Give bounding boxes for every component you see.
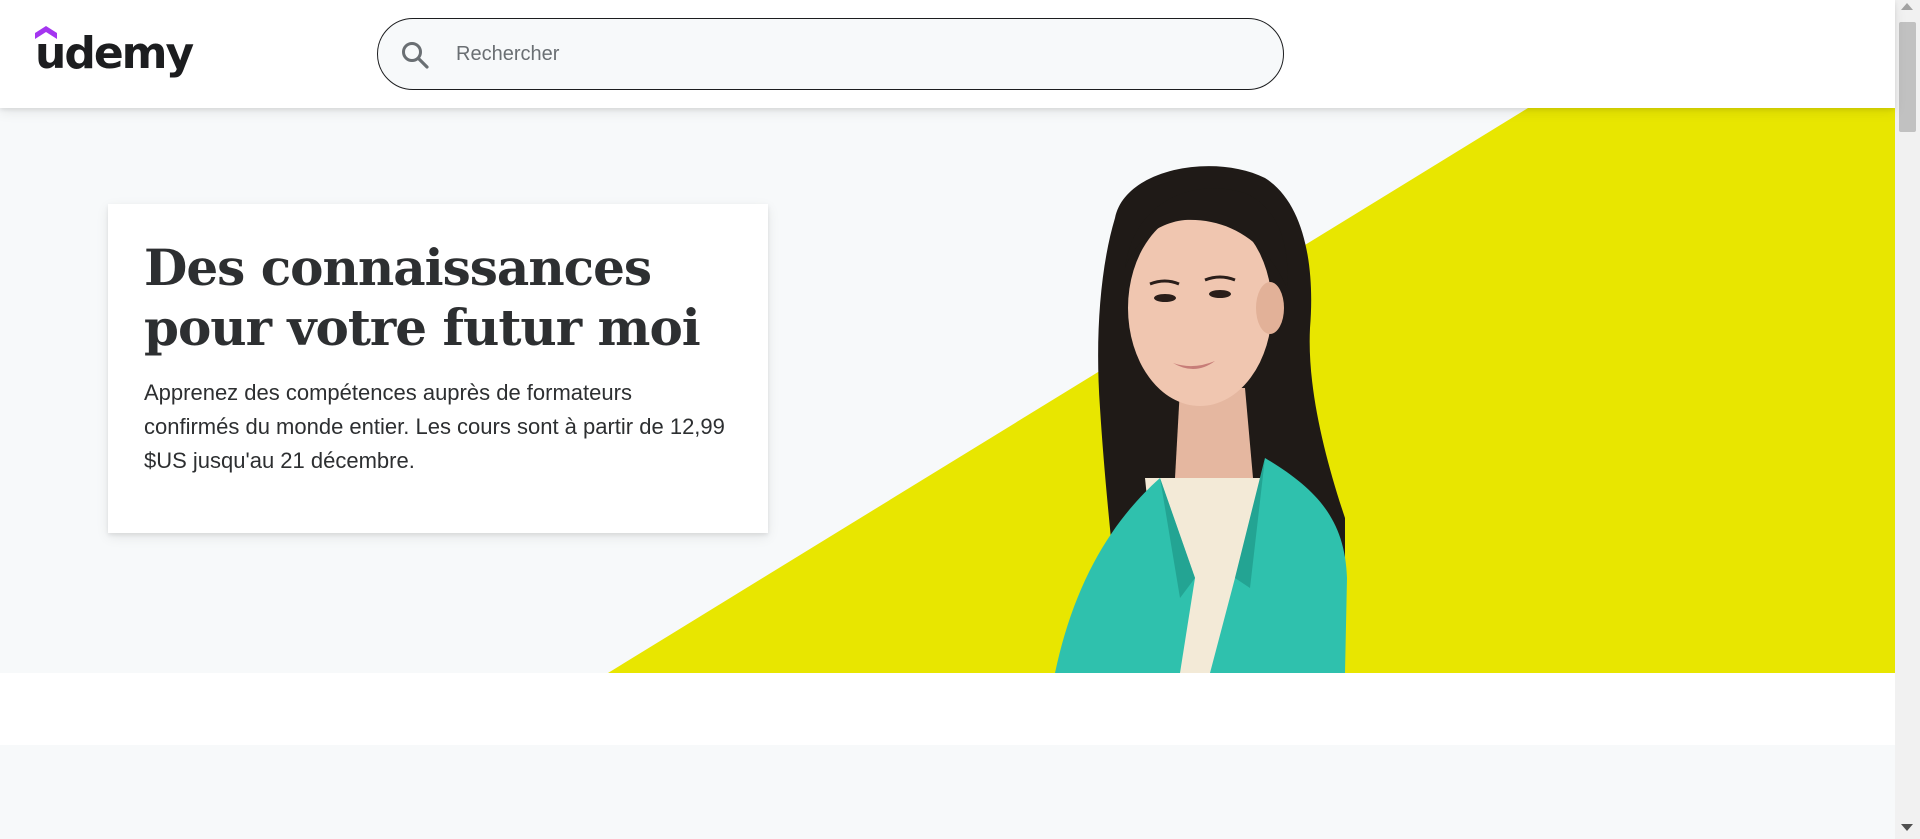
search-input[interactable] <box>456 19 1256 89</box>
hero-description: Apprenez des compétences auprès de forma… <box>144 380 725 473</box>
scroll-down-arrow-icon[interactable] <box>1901 824 1913 831</box>
hero-title: Des connaissances pour votre futur moi <box>144 238 701 357</box>
search-icon[interactable] <box>400 40 430 70</box>
udemy-logo[interactable]: udemy <box>35 26 194 84</box>
top-header: udemy <box>0 0 1895 108</box>
hero-person-image <box>1055 166 1347 673</box>
hero-banner: Des connaissances pour votre futur moi A… <box>0 108 1895 673</box>
section-spacer <box>0 673 1895 745</box>
hero-card: Des connaissances pour votre futur moi A… <box>108 204 768 533</box>
logo-wordmark: udemy <box>35 28 194 79</box>
page-scrollbar[interactable] <box>1895 0 1920 839</box>
scroll-thumb[interactable] <box>1899 22 1916 132</box>
scroll-up-arrow-icon[interactable] <box>1901 3 1913 10</box>
next-section <box>0 745 1895 839</box>
search-bar[interactable] <box>377 18 1284 90</box>
